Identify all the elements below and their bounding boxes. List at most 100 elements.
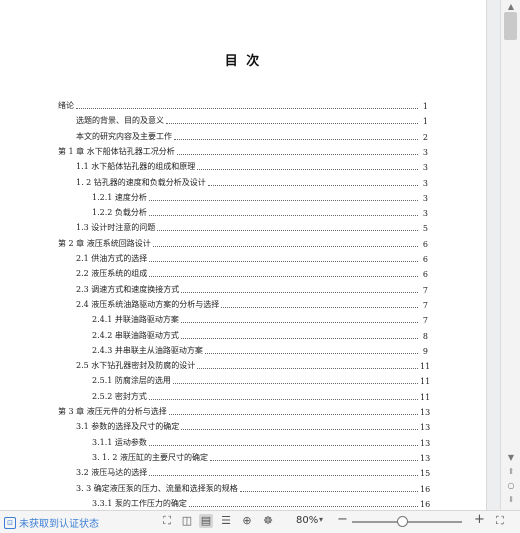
- toc-entry[interactable]: 2.5.1 防腐涂层的选用 11: [92, 374, 430, 386]
- toc-leader-dots: [188, 505, 418, 507]
- zoom-out-icon[interactable]: −: [337, 512, 348, 527]
- toc-leader-dots: [197, 168, 418, 171]
- auth-status-label: 未获取到认证状态: [19, 519, 99, 530]
- toc-entry[interactable]: 2.3 调速方式和速度换接方式 7: [76, 283, 428, 295]
- toc-page-number: 2: [422, 132, 428, 142]
- toc-page-number: 16: [420, 484, 431, 494]
- toc-entry[interactable]: 2.4.2 串联油路驱动方式 8: [92, 329, 428, 341]
- fullscreen-icon[interactable]: ⛶: [496, 514, 504, 528]
- toc-entry[interactable]: 1.1 水下船体钻孔器的组成和原理 3: [76, 160, 428, 172]
- toc-entry[interactable]: 第 1 章 水下船体钻孔器工况分析 3: [58, 145, 428, 157]
- toc-entry-label: 3.3.1 泵的工作压力的确定: [92, 498, 187, 508]
- toc-entry[interactable]: 1.3 设计时注意的问题 5: [76, 221, 428, 233]
- toc-entry-label: 2.5 水下钻孔器密封及防腐的设计: [76, 361, 196, 371]
- scrollbar-thumb[interactable]: [504, 12, 517, 40]
- toc-entry-label: 3.1 参数的选择及尺寸的确定: [76, 422, 180, 432]
- toc-leader-dots: [149, 275, 418, 278]
- toc-leader-dots: [180, 337, 418, 339]
- zoom-slider-handle[interactable]: [396, 516, 408, 527]
- toc-page-number: 16: [420, 499, 431, 509]
- toc-page-number: 13: [420, 423, 431, 433]
- read-mode-icon[interactable]: ◫: [180, 514, 194, 528]
- page-view-icon[interactable]: ▤: [199, 514, 213, 528]
- toc-page-number: 13: [420, 438, 431, 448]
- toc-entry[interactable]: 2.5 水下钻孔器密封及防腐的设计 11: [76, 359, 430, 371]
- toc-entry-label: 2.4 液压系统油路驱动方案的分析与选择: [76, 299, 220, 309]
- toc-entry[interactable]: 3.3.1 泵的工作压力的确定 16: [92, 497, 431, 509]
- toc-entry[interactable]: 选题的背景、目的及意义 1: [76, 114, 428, 126]
- select-icon[interactable]: ○: [501, 480, 520, 492]
- toc-entry-label: 3.2 液压马达的选择: [76, 468, 148, 478]
- toc-entry[interactable]: 2.5.2 密封方式 11: [92, 390, 431, 402]
- toc-page-number: 1: [422, 117, 428, 127]
- toc-entry[interactable]: 3.2 液压马达的选择 15: [76, 466, 431, 479]
- toc-page-number: 11: [420, 392, 431, 402]
- vertical-scrollbar[interactable]: ▲ ▼ ⇑ ○ ⇓: [500, 0, 520, 510]
- toc-entry-label: 2.3 调速方式和速度换接方式: [76, 284, 180, 294]
- toc-entry[interactable]: 1.2.2 负载分析 3: [92, 206, 428, 218]
- toc-entry-label: 1.3 设计时注意的问题: [76, 223, 156, 233]
- toc-page-number: 13: [420, 408, 431, 417]
- toc-entry-label: 第 2 章 液压系统回路设计: [58, 238, 151, 248]
- auth-status[interactable]: ⊡ 未获取到认证状态: [4, 515, 99, 530]
- toc-entry[interactable]: 绪论 1: [58, 99, 428, 111]
- toc-leader-dots: [152, 245, 418, 247]
- toc-leader-dots: [181, 291, 418, 293]
- toc-entry-label: 本文的研究内容及主要工作: [76, 131, 172, 141]
- toc-page-number: 15: [420, 469, 431, 479]
- toc-leader-dots: [149, 474, 418, 477]
- toc-leader-dots: [148, 398, 418, 400]
- toc-leader-dots: [180, 321, 418, 324]
- toc-entry[interactable]: 1. 2 钻孔器的速度和负载分析及设计 3: [76, 176, 428, 188]
- toc-title: 目 次: [224, 54, 262, 69]
- toc-entry[interactable]: 3.1.1 运动参数 13: [92, 436, 431, 448]
- prev-page-icon[interactable]: ⇑: [501, 466, 520, 478]
- toc-entry-label: 第 1 章 水下船体钻孔器工况分析: [58, 146, 175, 156]
- eye-protect-icon[interactable]: ☸: [261, 514, 275, 528]
- toc-entry-label: 2.4.3 并串联主从油路驱动方案: [92, 345, 203, 355]
- toc-page-number: 3: [422, 163, 428, 173]
- web-view-icon[interactable]: ⊕: [240, 514, 254, 528]
- fit-width-icon[interactable]: ⛶: [160, 514, 174, 528]
- toc-entry[interactable]: 第 3 章 液压元件的分析与选择 13: [58, 405, 431, 417]
- toc-entry-label: 3.1.1 运动参数: [92, 437, 147, 447]
- toc-entry[interactable]: 本文的研究内容及主要工作 2: [76, 130, 428, 142]
- zoom-dropdown-icon[interactable]: ▾: [319, 515, 323, 524]
- toc-leader-dots: [76, 107, 418, 109]
- next-page-icon[interactable]: ⇓: [501, 494, 520, 506]
- toc-leader-dots: [221, 306, 418, 308]
- toc-page-number: 1: [422, 102, 428, 111]
- document-page[interactable]: 目 次 绪论 1 选题的背景、目的及意义 1 本文的研究内容及主要工作 2 第 1 章 水下…: [0, 0, 487, 510]
- toc-leader-dots: [209, 459, 418, 461]
- toc-leader-dots: [157, 229, 418, 232]
- toc-entry-label: 2.5.1 防腐涂层的选用: [92, 376, 171, 386]
- toc-entry-label: 3. 3 确定液压泵的压力、流量和选择泵的规格: [76, 483, 238, 493]
- toc-entry[interactable]: 2.2 液压系统的组成 6: [76, 267, 428, 279]
- toc-entry[interactable]: 3. 1. 2 液压缸的主要尺寸的确定 13: [92, 451, 430, 463]
- toc-page-number: 3: [422, 147, 428, 157]
- toc-entry[interactable]: 2.4.3 并串联主从油路驱动方案 9: [92, 344, 428, 356]
- toc-entry-label: 1.2.1 速度分析: [92, 192, 147, 202]
- toc-leader-dots: [174, 138, 418, 140]
- toc-page-number: 7: [422, 316, 428, 326]
- toc-entry[interactable]: 3. 3 确定液压泵的压力、流量和选择泵的规格 16: [76, 482, 431, 494]
- toc-page-number: 8: [422, 331, 428, 341]
- toc-entry[interactable]: 2.1 供油方式的选择 6: [76, 252, 428, 264]
- outline-view-icon[interactable]: ☰: [219, 514, 233, 528]
- toc-entry[interactable]: 1.2.1 速度分析 3: [92, 191, 428, 203]
- toc-entry-label: 1.1 水下船体钻孔器的组成和原理: [76, 162, 196, 172]
- document-status-icon: ⊡: [4, 516, 16, 529]
- zoom-in-icon[interactable]: +: [474, 512, 485, 527]
- toc-leader-dots: [239, 490, 418, 492]
- toc-entry[interactable]: 2.4 液压系统油路驱动方案的分析与选择 7: [76, 298, 428, 310]
- document-area[interactable]: 目 次 绪论 1 选题的背景、目的及意义 1 本文的研究内容及主要工作 2 第 1 章 水下…: [0, 0, 500, 510]
- toc-leader-dots: [197, 367, 418, 370]
- scroll-down-icon[interactable]: ▼: [501, 452, 520, 464]
- toc-entry[interactable]: 第 2 章 液压系统回路设计 6: [58, 237, 428, 249]
- toc-entry-label: 2.5.2 密封方式: [92, 391, 147, 401]
- toc-entry[interactable]: 3.1 参数的选择及尺寸的确定 13: [76, 420, 431, 433]
- toc-entry[interactable]: 2.4.1 并联油路驱动方案 7: [92, 313, 428, 325]
- toc-page-number: 5: [422, 224, 428, 234]
- zoom-level[interactable]: 80%: [296, 515, 318, 526]
- toc-leader-dots: [168, 413, 418, 415]
